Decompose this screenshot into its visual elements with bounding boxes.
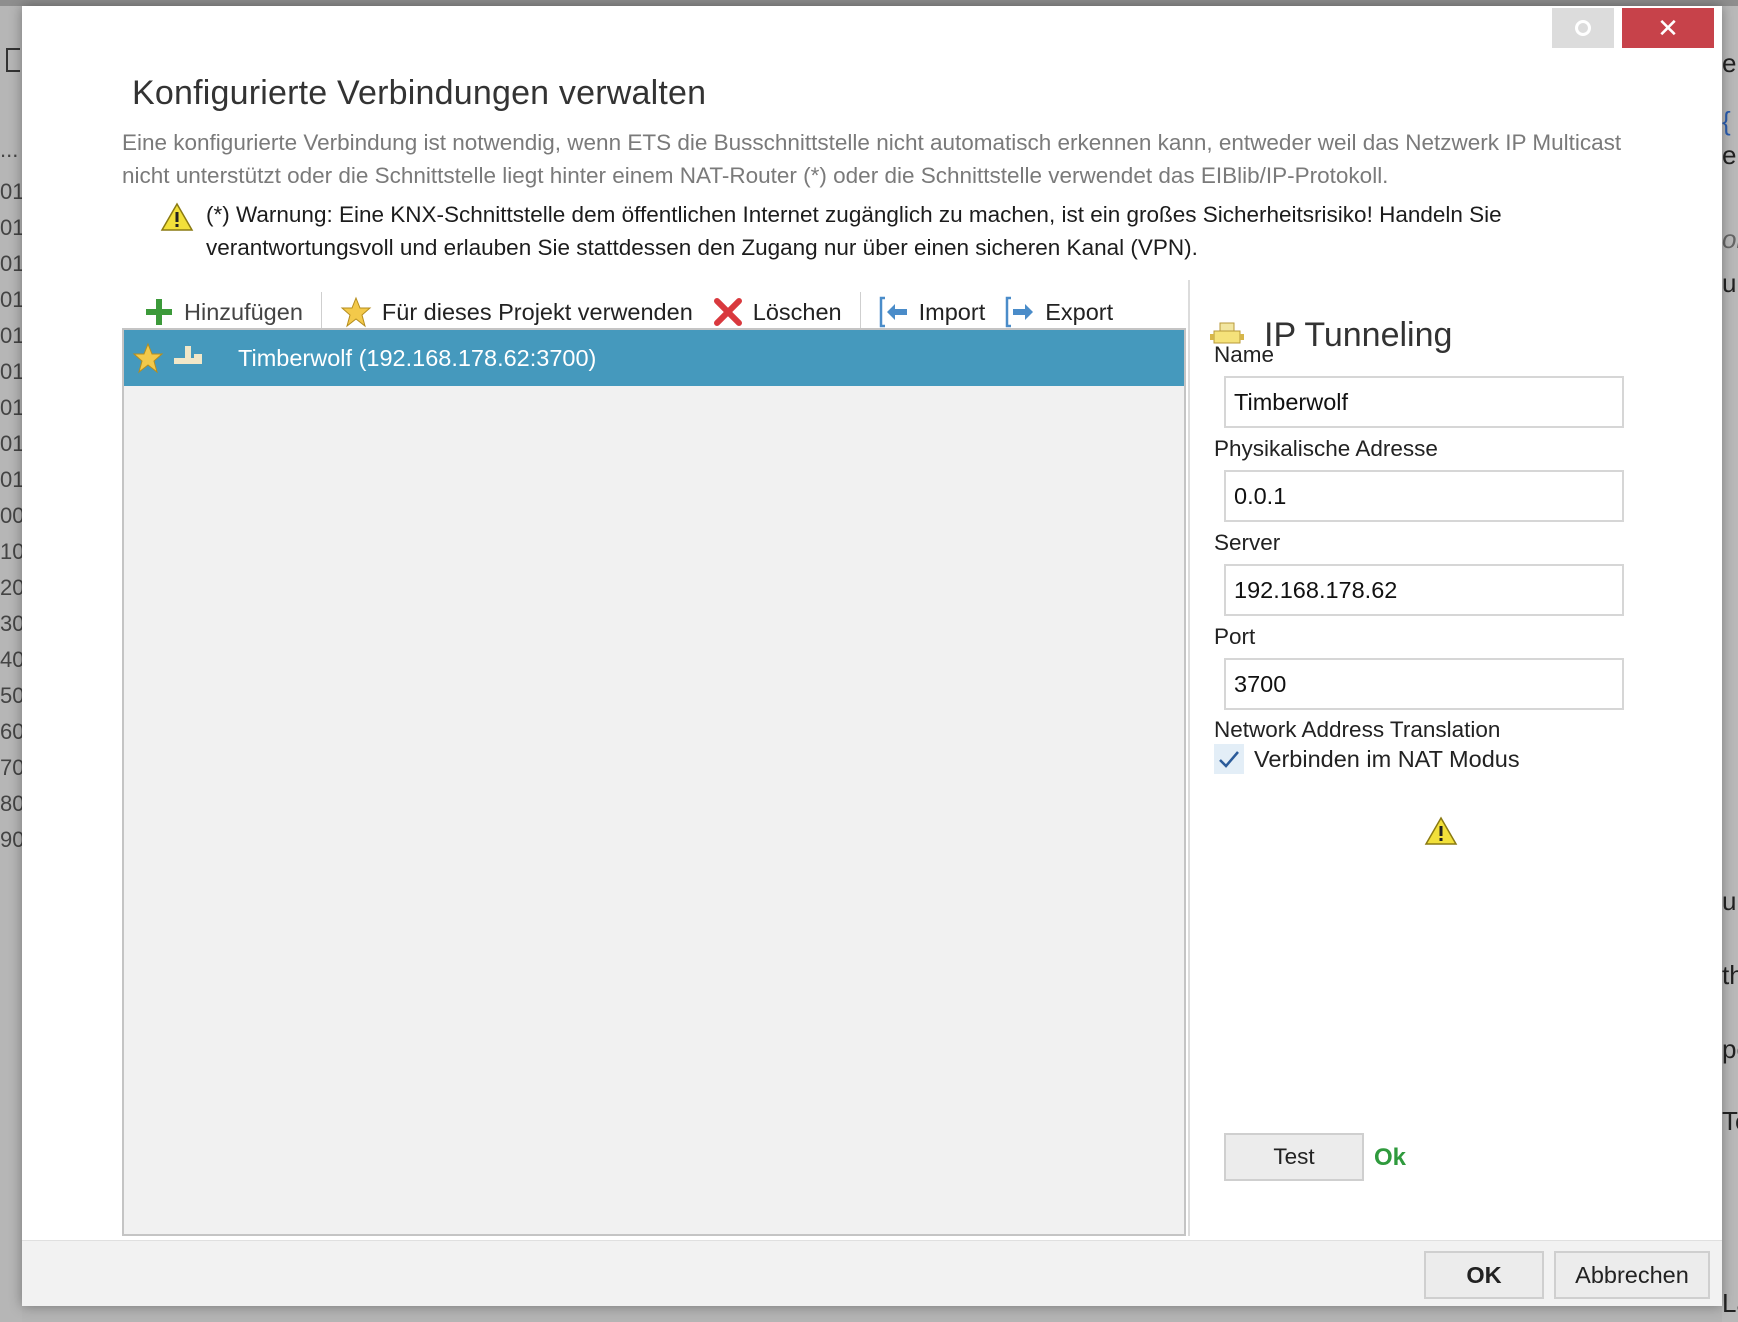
background-row: 80 bbox=[0, 791, 22, 816]
background-row: 01 bbox=[0, 251, 22, 276]
background-row: 20 bbox=[0, 575, 22, 600]
server-label: Server bbox=[1214, 530, 1281, 555]
list-item[interactable]: Timberwolf (192.168.178.62:3700) bbox=[124, 330, 1184, 386]
background-row: ... bbox=[0, 137, 19, 162]
background-text: up bbox=[1722, 886, 1738, 916]
background-row: 10 bbox=[0, 539, 22, 564]
background-row: 30 bbox=[0, 611, 22, 636]
dialog-title: Konfigurierte Verbindungen verwalten bbox=[132, 74, 707, 112]
background-row: 40 bbox=[0, 647, 22, 672]
restore-icon bbox=[1575, 20, 1591, 36]
address-label: Physikalische Adresse bbox=[1214, 436, 1438, 461]
test-button[interactable]: Test bbox=[1224, 1133, 1364, 1181]
add-icon bbox=[146, 299, 172, 325]
background-text: th bbox=[1722, 960, 1738, 990]
ip-interface-icon bbox=[174, 346, 202, 364]
warning-icon bbox=[1424, 816, 1458, 845]
restore-button[interactable] bbox=[1552, 8, 1614, 48]
use-for-project-label: Für dieses Projekt verwenden bbox=[381, 298, 693, 325]
favorite-star-icon bbox=[132, 342, 164, 374]
background-row: 01 bbox=[0, 467, 22, 492]
dialog-description: Eine konfigurierte Verbindung ist notwen… bbox=[122, 130, 1622, 188]
warning-icon bbox=[160, 202, 194, 231]
detail-title: IP Tunneling bbox=[1264, 316, 1453, 354]
name-label: Name bbox=[1214, 342, 1275, 367]
nat-checkbox-label: Verbinden im NAT Modus bbox=[1254, 745, 1520, 772]
server-field[interactable] bbox=[1224, 564, 1624, 616]
port-label: Port bbox=[1214, 624, 1256, 649]
background-row: 50 bbox=[0, 683, 22, 708]
import-label: Import bbox=[918, 298, 986, 325]
export-icon bbox=[1005, 296, 1034, 328]
background-text: u bbox=[1722, 268, 1737, 298]
import-icon bbox=[879, 296, 907, 328]
background-right-column: er { el ol u up th pe Te Lauf bbox=[1722, 6, 1738, 1322]
warning-text: (*) Warnung: Eine KNX-Schnittstelle dem … bbox=[206, 202, 1502, 260]
background-row: 01 bbox=[0, 359, 22, 384]
manage-connections-dialog: ✕ Konfigurierte Verbindungen verwalten E… bbox=[22, 6, 1722, 1306]
document-icon bbox=[6, 48, 20, 72]
close-button[interactable]: ✕ bbox=[1622, 8, 1714, 48]
background-text: pe bbox=[1722, 1034, 1738, 1064]
delete-label: Löschen bbox=[752, 298, 842, 325]
connection-label: Timberwolf (192.168.178.62:3700) bbox=[238, 345, 597, 371]
background-row: 01 bbox=[0, 215, 22, 240]
export-label: Export bbox=[1045, 298, 1114, 325]
name-field[interactable] bbox=[1224, 376, 1624, 428]
close-icon: ✕ bbox=[1657, 12, 1679, 43]
background-row: 01 bbox=[0, 395, 22, 420]
connection-list[interactable]: Timberwolf (192.168.178.62:3700) bbox=[122, 328, 1186, 1236]
panel-divider bbox=[1188, 280, 1190, 1236]
test-status: Ok bbox=[1374, 1144, 1407, 1171]
toolbar-separator bbox=[320, 292, 322, 332]
background-row: 01 bbox=[0, 431, 22, 456]
background-row: 90 bbox=[0, 827, 22, 852]
background-row: 70 bbox=[0, 755, 22, 780]
physical-address-field[interactable] bbox=[1224, 470, 1624, 522]
background-text: Lauf bbox=[1722, 1288, 1738, 1318]
background-left-column: ... 01 01 01 01 01 01 01 01 01 00 10 20 … bbox=[0, 6, 22, 1322]
check-icon bbox=[1219, 751, 1239, 768]
background-row: 00 bbox=[0, 503, 22, 528]
background-row: 01 bbox=[0, 323, 22, 348]
background-row: 01 bbox=[0, 287, 22, 312]
delete-icon bbox=[713, 298, 742, 326]
port-field[interactable] bbox=[1224, 658, 1624, 710]
nat-mode-checkbox[interactable]: Verbinden im NAT Modus bbox=[1214, 744, 1520, 774]
dialog-footer: OK Abbrechen bbox=[22, 1240, 1722, 1306]
add-label: Hinzufügen bbox=[184, 298, 303, 325]
nat-section-label: Network Address Translation bbox=[1214, 717, 1501, 742]
background-text: { bbox=[1722, 106, 1731, 136]
checkbox-box[interactable] bbox=[1214, 744, 1244, 774]
background-text: Te bbox=[1722, 1106, 1738, 1136]
background-row: 60 bbox=[0, 719, 22, 744]
star-icon bbox=[340, 296, 372, 328]
background-text: el bbox=[1722, 140, 1738, 170]
cancel-button[interactable]: Abbrechen bbox=[1554, 1251, 1710, 1299]
background-text: ol bbox=[1722, 224, 1738, 254]
background-text: er bbox=[1722, 48, 1738, 78]
background-row: 01 bbox=[0, 179, 22, 204]
ok-button[interactable]: OK bbox=[1424, 1251, 1544, 1299]
toolbar-separator bbox=[859, 292, 861, 332]
